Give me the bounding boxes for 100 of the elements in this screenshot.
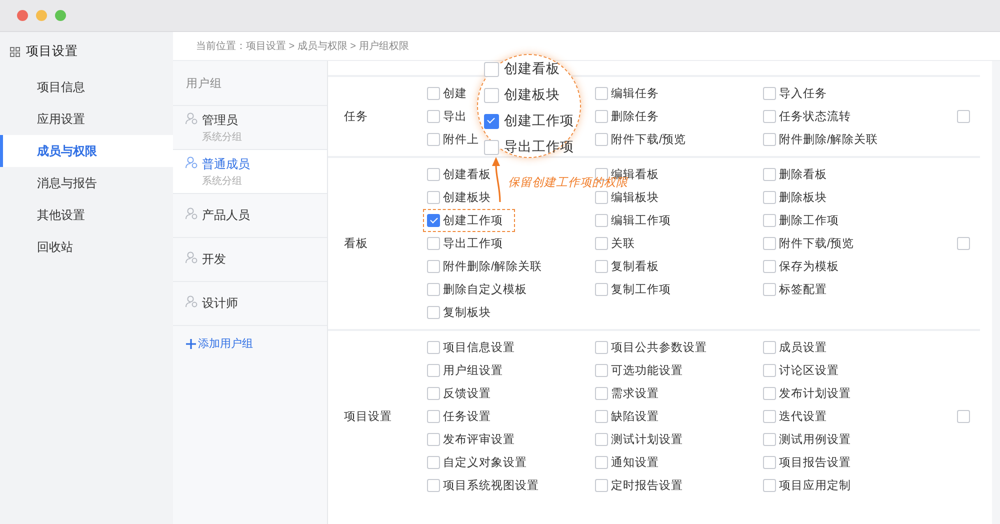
checkbox[interactable] bbox=[484, 140, 499, 154]
permission-label: 复制板块 bbox=[443, 306, 491, 320]
checkbox[interactable] bbox=[957, 110, 970, 123]
checkbox[interactable] bbox=[427, 87, 440, 100]
permission-label: 导出 bbox=[443, 110, 467, 124]
section-label: 任务 bbox=[344, 110, 369, 124]
checkbox[interactable] bbox=[427, 341, 440, 354]
checkbox[interactable] bbox=[957, 410, 970, 423]
checkbox[interactable] bbox=[595, 364, 608, 377]
checkbox[interactable] bbox=[595, 479, 608, 492]
checkbox[interactable] bbox=[763, 479, 776, 492]
checkbox[interactable] bbox=[957, 237, 970, 250]
permission-label: 创建 bbox=[443, 86, 467, 101]
checkbox[interactable] bbox=[427, 283, 440, 296]
sidebar-item[interactable]: 应用设置 bbox=[0, 103, 173, 135]
permission-label: 项目报告设置 bbox=[779, 456, 851, 470]
group-item[interactable]: 设计师 bbox=[173, 282, 327, 326]
permission-label: 删除任务 bbox=[611, 110, 659, 124]
sidebar-item[interactable]: 回收站 bbox=[0, 231, 173, 263]
permission-label: 项目应用定制 bbox=[779, 478, 851, 493]
permission-label: 附件上 bbox=[443, 132, 479, 147]
checkbox[interactable] bbox=[427, 433, 440, 446]
checkbox[interactable] bbox=[763, 283, 776, 296]
permission-label: 标签配置 bbox=[779, 282, 827, 297]
checkbox[interactable] bbox=[763, 341, 776, 354]
permission-label: 成员设置 bbox=[779, 340, 827, 355]
sidebar-title: 项目设置 bbox=[26, 43, 78, 60]
window-control[interactable] bbox=[55, 10, 66, 21]
checkbox[interactable] bbox=[595, 214, 608, 227]
checkbox[interactable] bbox=[427, 237, 440, 250]
annotation-arrow bbox=[492, 157, 501, 202]
checkbox[interactable] bbox=[763, 387, 776, 400]
checkbox[interactable] bbox=[763, 410, 776, 423]
checkbox[interactable] bbox=[763, 214, 776, 227]
checkbox[interactable] bbox=[595, 283, 608, 296]
checkbox[interactable] bbox=[595, 341, 608, 354]
checkbox[interactable] bbox=[763, 260, 776, 273]
permission-label: 需求设置 bbox=[611, 386, 659, 401]
user-icon bbox=[185, 207, 198, 220]
checkbox[interactable] bbox=[427, 364, 440, 377]
window-control[interactable] bbox=[17, 10, 28, 21]
checkbox[interactable] bbox=[427, 168, 440, 181]
sidebar-item[interactable]: 成员与权限 bbox=[0, 135, 173, 167]
window-control[interactable] bbox=[36, 10, 47, 21]
column-header: 用户组 bbox=[173, 61, 327, 106]
checkbox[interactable] bbox=[427, 214, 440, 227]
checkbox[interactable] bbox=[595, 260, 608, 273]
group-name: 普通成员 bbox=[202, 156, 251, 172]
checkbox[interactable] bbox=[763, 110, 776, 123]
permission-label: 附件删除/解除关联 bbox=[443, 260, 542, 274]
checkbox[interactable] bbox=[595, 237, 608, 250]
checkbox[interactable] bbox=[427, 110, 440, 123]
checkbox[interactable] bbox=[763, 456, 776, 469]
checkbox[interactable] bbox=[595, 410, 608, 423]
permission-label: 导出工作项 bbox=[504, 138, 574, 156]
group-item[interactable]: 普通成员 系统分组 bbox=[173, 150, 327, 194]
checkbox[interactable] bbox=[595, 133, 608, 146]
checkbox[interactable] bbox=[427, 306, 440, 319]
checkbox[interactable] bbox=[763, 133, 776, 146]
checkbox[interactable] bbox=[763, 87, 776, 100]
permission-label: 发布计划设置 bbox=[779, 386, 851, 401]
checkbox[interactable] bbox=[763, 433, 776, 446]
checkbox[interactable] bbox=[595, 456, 608, 469]
permission-label: 删除自定义模板 bbox=[443, 282, 527, 297]
permission-label: 自定义对象设置 bbox=[443, 455, 527, 470]
checkbox[interactable] bbox=[484, 114, 499, 128]
checkbox[interactable] bbox=[427, 133, 440, 146]
checkbox[interactable] bbox=[763, 237, 776, 250]
checkbox[interactable] bbox=[763, 191, 776, 204]
checkbox[interactable] bbox=[427, 387, 440, 400]
permission-label: 编辑任务 bbox=[611, 86, 659, 101]
permission-label: 编辑板块 bbox=[611, 190, 659, 205]
checkbox[interactable] bbox=[763, 364, 776, 377]
checkbox[interactable] bbox=[427, 260, 440, 273]
checkbox[interactable] bbox=[595, 433, 608, 446]
permission-label: 发布评审设置 bbox=[443, 432, 515, 447]
section-label: 项目设置 bbox=[344, 410, 393, 424]
checkbox[interactable] bbox=[595, 191, 608, 204]
group-name: 管理员 bbox=[202, 112, 239, 128]
checkbox[interactable] bbox=[427, 479, 440, 492]
permission-label: 复制看板 bbox=[611, 260, 659, 274]
checkbox[interactable] bbox=[427, 456, 440, 469]
sidebar-item[interactable]: 消息与报告 bbox=[0, 167, 173, 199]
checkbox[interactable] bbox=[763, 168, 776, 181]
checkbox[interactable] bbox=[484, 62, 499, 76]
permission-label: 删除工作项 bbox=[779, 214, 839, 228]
checkbox[interactable] bbox=[595, 87, 608, 100]
permission-label: 缺陷设置 bbox=[611, 410, 659, 424]
group-item[interactable]: 产品人员 bbox=[173, 194, 327, 238]
checkbox[interactable] bbox=[595, 110, 608, 123]
checkbox[interactable] bbox=[427, 410, 440, 423]
group-item[interactable]: 开发 bbox=[173, 238, 327, 282]
checkbox[interactable] bbox=[595, 387, 608, 400]
sidebar-item[interactable]: 项目信息 bbox=[0, 71, 173, 103]
permission-label: 创建板块 bbox=[504, 86, 560, 104]
checkbox[interactable] bbox=[484, 88, 499, 102]
add-group-link[interactable]: 添加用户组 bbox=[173, 326, 327, 351]
checkbox[interactable] bbox=[427, 191, 440, 204]
permission-label: 反馈设置 bbox=[443, 386, 491, 401]
sidebar-item[interactable]: 其他设置 bbox=[0, 199, 173, 231]
